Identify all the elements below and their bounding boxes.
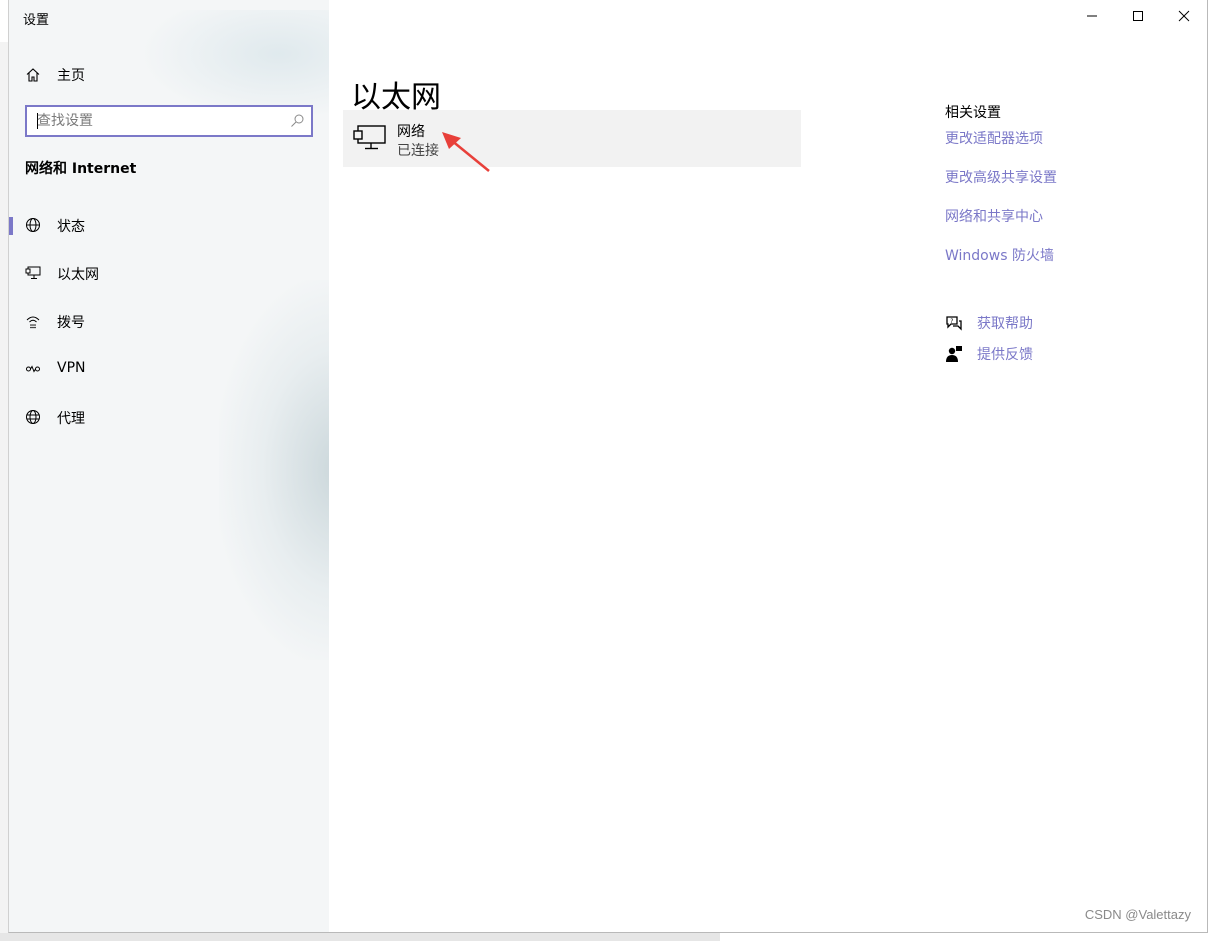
close-icon [1178,10,1190,22]
proxy-globe-icon [26,410,40,424]
ethernet-monitor-icon [353,125,386,150]
minimize-icon [1087,15,1097,17]
background-window-edge [0,42,8,941]
minimize-button[interactable] [1069,0,1115,32]
window-controls [1069,0,1207,32]
maximize-icon [1133,11,1143,21]
section-heading: 网络和 Internet [25,161,137,177]
sidebar-item-label: 代理 [57,411,85,427]
settings-window: 设置 主页 网络和 Internet 状态 [8,0,1208,933]
search-input[interactable] [37,107,277,135]
related-settings-heading: 相关设置 [945,105,1001,121]
get-help-link[interactable]: ? 获取帮助 [945,312,1033,334]
sidebar-item-label: 状态 [57,219,85,235]
app-title: 设置 [23,13,50,28]
taskbar-strip [0,933,720,941]
svg-text:?: ? [950,318,953,325]
sidebar-item-ethernet[interactable]: 以太网 [9,253,329,293]
dialup-icon [26,316,40,329]
close-button[interactable] [1161,0,1207,32]
sidebar-item-label: 拨号 [57,315,85,331]
main-content: 以太网 网络 已连接 相关设置 更改适配器选项 更改高级共享设置 网络和共享中心… [329,0,1207,932]
maximize-button[interactable] [1115,0,1161,32]
feedback-person-icon [946,346,962,362]
network-card[interactable]: 网络 已连接 [343,110,801,167]
link-network-sharing-center[interactable]: 网络和共享中心 [945,208,1185,227]
ethernet-icon [25,266,41,279]
red-arrow-annotation [442,132,490,172]
help-label: 获取帮助 [977,316,1033,332]
network-name: 网络 [397,124,425,140]
watermark: CSDN @Valettazy [1084,907,1191,922]
sidebar-item-proxy[interactable]: 代理 [9,397,329,437]
sidebar-item-vpn[interactable]: VPN [9,349,329,389]
link-windows-firewall[interactable]: Windows 防火墙 [945,247,1185,266]
sidebar-item-label: VPN [57,360,86,376]
selection-indicator [9,217,13,235]
vpn-icon [26,365,40,373]
link-adapter-options[interactable]: 更改适配器选项 [945,130,1185,149]
help-chat-icon: ? [946,316,962,331]
search-icon[interactable] [289,113,305,129]
globe-status-icon [26,218,40,232]
sidebar-item-dialup[interactable]: 拨号 [9,301,329,341]
sidebar-item-home[interactable]: 主页 [25,64,85,86]
home-label: 主页 [57,68,85,84]
sidebar-acrylic-highlight [139,10,329,120]
feedback-label: 提供反馈 [977,347,1033,363]
search-box[interactable] [25,105,313,137]
related-settings: 相关设置 更改适配器选项 更改高级共享设置 网络和共享中心 Windows 防火… [945,102,1185,286]
give-feedback-link[interactable]: 提供反馈 [945,343,1033,365]
sidebar: 设置 主页 网络和 Internet 状态 [9,0,329,932]
network-status: 已连接 [397,143,439,159]
sidebar-item-label: 以太网 [57,267,99,283]
home-icon [26,68,40,82]
link-advanced-sharing[interactable]: 更改高级共享设置 [945,169,1185,188]
sidebar-item-status[interactable]: 状态 [9,205,329,245]
